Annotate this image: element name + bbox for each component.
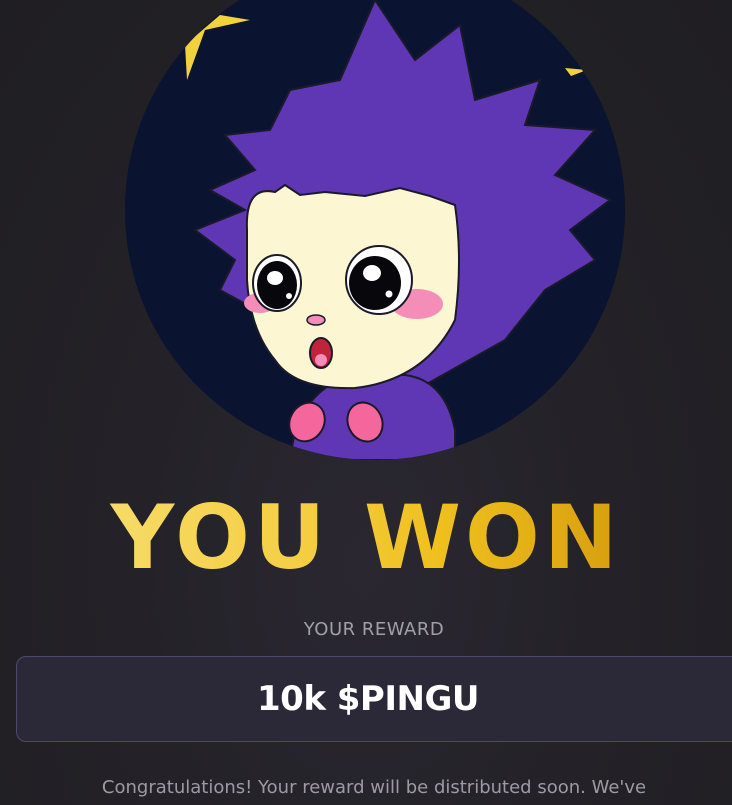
reward-label: YOUR REWARD: [303, 619, 445, 640]
reward-value: 10k $PINGU: [257, 679, 479, 719]
congratulations-message: Congratulations! Your reward will be dis…: [101, 777, 647, 798]
winner-avatar: [125, 0, 625, 460]
reward-box: 10k $PINGU: [16, 656, 732, 742]
mascot-illustration: [125, 0, 625, 460]
you-won-title: YOU WON: [0, 488, 732, 588]
